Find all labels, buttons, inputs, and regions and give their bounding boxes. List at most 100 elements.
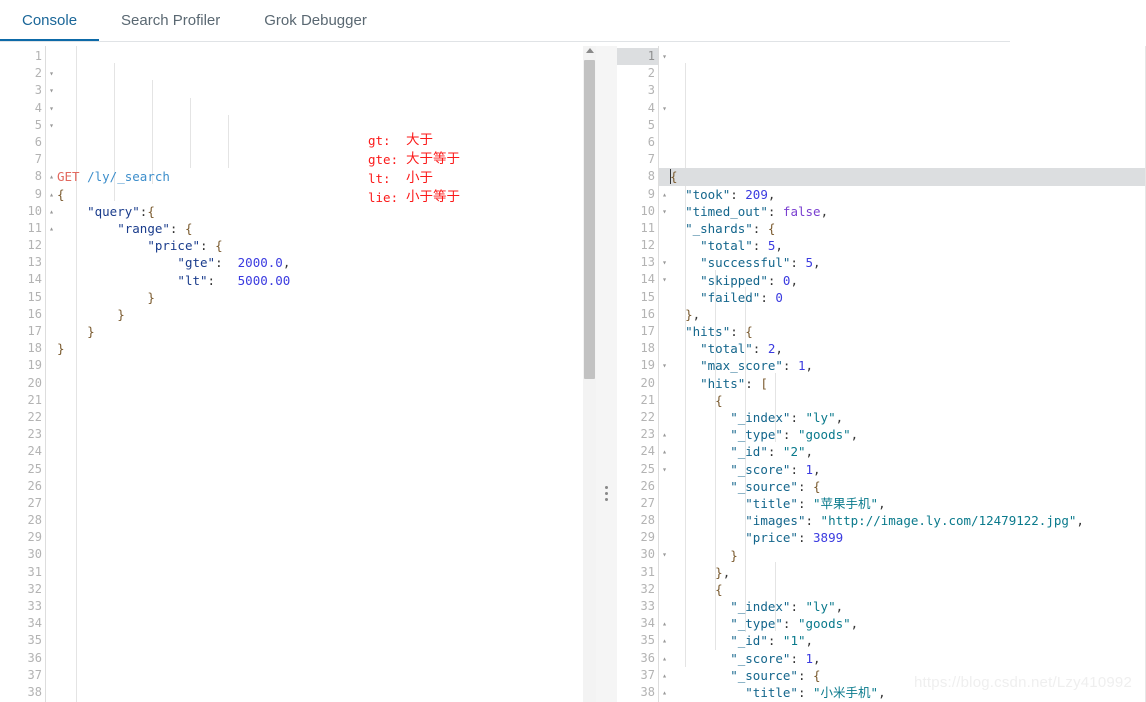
line-number[interactable]: 17 [0, 323, 46, 340]
line-number[interactable]: 20 [0, 375, 46, 392]
request-code-area[interactable]: GET /ly/_search{ "query":{ "range": { "p… [46, 46, 583, 702]
code-line[interactable]: "_type": "goods", [670, 426, 1146, 443]
code-line[interactable] [57, 409, 583, 426]
line-number[interactable]: 8 [617, 168, 659, 185]
line-number[interactable]: 24 ▴ [617, 443, 667, 460]
line-number[interactable]: 6 [0, 134, 46, 151]
line-number[interactable]: 22 [0, 409, 46, 426]
code-line[interactable]: } [57, 289, 583, 306]
line-number[interactable]: 34 [0, 615, 46, 632]
line-number[interactable]: 23 ▴ [617, 426, 667, 443]
response-code-area[interactable]: { "took": 209, "timed_out": false, "_sha… [659, 46, 1146, 702]
line-number[interactable]: 18 [617, 340, 659, 357]
tab-console[interactable]: Console [0, 0, 100, 41]
code-line[interactable]: "_id": "2", [670, 443, 1146, 460]
line-number[interactable]: 34 ▴ [617, 615, 667, 632]
code-line[interactable]: "_type": "goods", [670, 615, 1146, 632]
code-line[interactable]: "total": 5, [670, 237, 1146, 254]
code-line[interactable]: "total": 2, [670, 340, 1146, 357]
line-number[interactable]: 36 ▴ [617, 650, 667, 667]
line-number[interactable]: 31 [0, 564, 46, 581]
response-viewer-pane[interactable]: 1 ▾ 2 3 4 ▾ 5 6 7 8 9 ▴ 10 ▾ 11 12 13 ▾ 14 ▾ 15 16 17 18 19 ▾ 20 21… [617, 46, 1146, 702]
pane-resize-divider[interactable] [596, 46, 617, 702]
code-line[interactable]: } [670, 547, 1146, 564]
line-number[interactable]: 37 ▴ [617, 667, 667, 684]
code-line[interactable]: "_index": "ly", [670, 409, 1146, 426]
line-number[interactable]: 23 [0, 426, 46, 443]
line-number[interactable]: 9 ▴ [617, 186, 667, 203]
code-line[interactable]: GET /ly/_search [57, 168, 583, 185]
line-number[interactable]: 17 [617, 323, 659, 340]
code-line[interactable] [57, 564, 583, 581]
line-number[interactable]: 38 ▴ [617, 684, 667, 701]
line-number[interactable]: 29 [617, 529, 659, 546]
line-number[interactable]: 16 [617, 306, 659, 323]
code-line[interactable] [57, 615, 583, 632]
request-gutter[interactable]: 1 2 ▾ 3 ▾ 4 ▾ 5 ▾ 6 7 8 ▴ 9 ▴ 10 ▴ 11 ▴ 12 13 14 15 16 17 18 19 20 2… [0, 46, 54, 702]
code-line[interactable]: { [659, 168, 1146, 186]
request-editor[interactable]: 1 2 ▾ 3 ▾ 4 ▾ 5 ▾ 6 7 8 ▴ 9 ▴ 10 ▴ 11 ▴ 12 13 14 15 16 17 18 19 20 2… [0, 46, 583, 702]
line-number[interactable]: 36 [0, 650, 46, 667]
line-number[interactable]: 7 [617, 151, 659, 168]
drag-handle-icon[interactable] [605, 486, 608, 504]
line-number[interactable]: 18 [0, 340, 46, 357]
code-line[interactable]: "took": 209, [670, 186, 1146, 203]
request-scrollbar-thumb[interactable] [584, 60, 595, 379]
code-line[interactable] [57, 478, 583, 495]
code-line[interactable]: } [57, 306, 583, 323]
code-line[interactable]: "successful": 5, [670, 254, 1146, 271]
code-line[interactable]: }, [670, 306, 1146, 323]
code-line[interactable]: { [670, 581, 1146, 598]
code-line[interactable] [57, 426, 583, 443]
line-number[interactable]: 10 ▾ [617, 203, 667, 220]
code-line[interactable]: } [57, 340, 583, 357]
line-number[interactable]: 26 [617, 478, 659, 495]
code-line[interactable]: "max_score": 1, [670, 357, 1146, 374]
code-line[interactable]: "failed": 0 [670, 289, 1146, 306]
line-number[interactable]: 4 ▾ [617, 100, 667, 117]
code-line[interactable] [57, 632, 583, 649]
code-line[interactable]: }, [670, 564, 1146, 581]
code-line[interactable] [57, 650, 583, 667]
line-number[interactable]: 13 [0, 254, 46, 271]
line-number[interactable]: 19 ▾ [617, 357, 667, 374]
line-number[interactable]: 24 [0, 443, 46, 460]
code-line[interactable]: "_id": "1", [670, 632, 1146, 649]
line-number[interactable]: 1 [0, 48, 46, 65]
line-number[interactable]: 8 ▴ [0, 168, 54, 185]
code-line[interactable]: "_index": "ly", [670, 598, 1146, 615]
code-line[interactable] [57, 495, 583, 512]
code-line[interactable]: "hits": [ [670, 375, 1146, 392]
line-number[interactable]: 12 [617, 237, 659, 254]
code-line[interactable]: "_score": 1, [670, 461, 1146, 478]
line-number[interactable]: 10 ▴ [0, 203, 54, 220]
line-number[interactable]: 6 [617, 134, 659, 151]
code-line[interactable] [57, 375, 583, 392]
line-number[interactable]: 5 [617, 117, 659, 134]
line-number[interactable]: 14 ▾ [617, 271, 667, 288]
line-number[interactable]: 2 [617, 65, 659, 82]
code-line[interactable]: "hits": { [670, 323, 1146, 340]
response-editor[interactable]: 1 ▾ 2 3 4 ▾ 5 6 7 8 9 ▴ 10 ▾ 11 12 13 ▾ 14 ▾ 15 16 17 18 19 ▾ 20 21… [617, 46, 1146, 702]
line-number[interactable]: 7 [0, 151, 46, 168]
code-line[interactable]: "lt": 5000.00 [57, 272, 583, 289]
line-number[interactable]: 26 [0, 478, 46, 495]
code-line[interactable]: } [57, 323, 583, 340]
line-number[interactable]: 15 [0, 289, 46, 306]
code-line[interactable] [57, 392, 583, 409]
line-number[interactable]: 14 [0, 271, 46, 288]
line-number[interactable]: 32 [617, 581, 659, 598]
line-number[interactable]: 33 [617, 598, 659, 615]
line-number[interactable]: 38 [0, 684, 46, 701]
code-line[interactable]: "_source": { [670, 478, 1146, 495]
tab-search-profiler[interactable]: Search Profiler [99, 0, 242, 41]
line-number[interactable]: 11 ▴ [0, 220, 54, 237]
code-line[interactable] [57, 512, 583, 529]
tab-grok-debugger[interactable]: Grok Debugger [242, 0, 389, 41]
line-number[interactable]: 30 [0, 546, 46, 563]
line-number[interactable]: 35 [0, 632, 46, 649]
code-line[interactable] [57, 461, 583, 478]
code-line[interactable]: "timed_out": false, [670, 203, 1146, 220]
line-number[interactable]: 22 [617, 409, 659, 426]
code-line[interactable]: "title": "苹果手机", [670, 495, 1146, 512]
